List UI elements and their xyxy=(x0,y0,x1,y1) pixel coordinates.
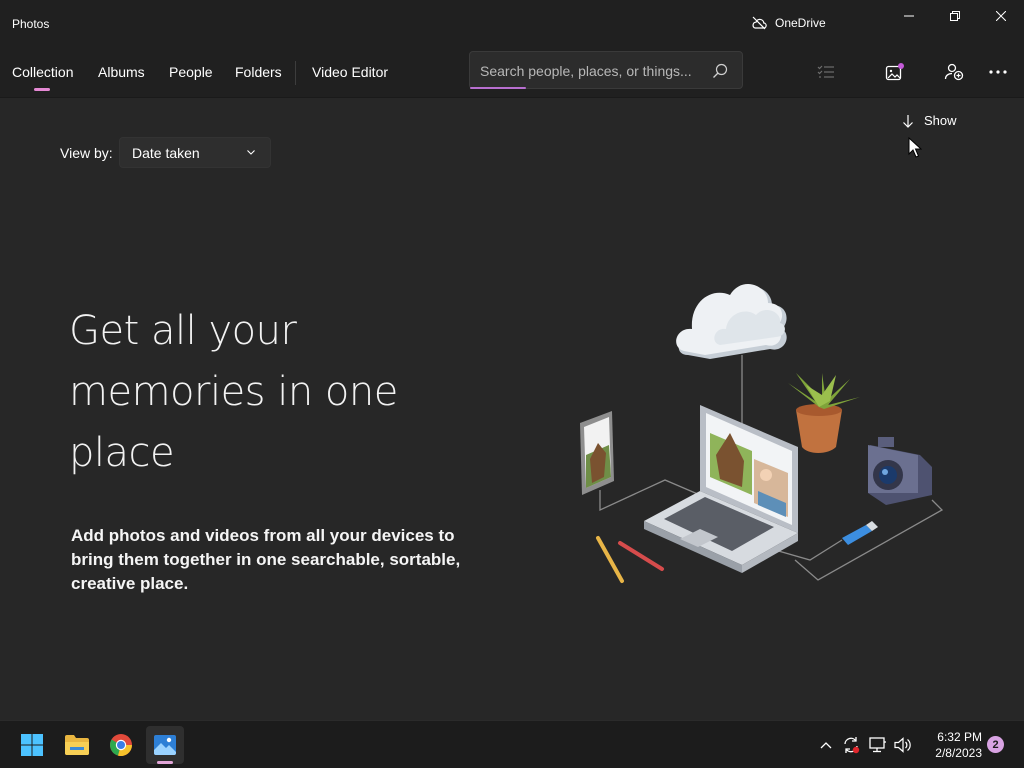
volume-icon xyxy=(894,737,911,753)
network-icon xyxy=(869,737,886,753)
search-input[interactable] xyxy=(480,61,700,81)
laptop-shape xyxy=(644,405,798,573)
pencil-shape xyxy=(596,536,624,583)
minimize-icon xyxy=(904,15,914,17)
cloud-off-icon xyxy=(752,16,767,30)
chevron-down-icon xyxy=(247,150,255,155)
headline-line: Get all your xyxy=(69,308,297,354)
restore-button[interactable] xyxy=(932,0,978,32)
more-options-button[interactable] xyxy=(982,57,1014,87)
sync-button[interactable] xyxy=(840,735,862,755)
tab-folders[interactable]: Folders xyxy=(235,64,282,80)
active-app-indicator xyxy=(157,761,173,764)
headline-line: place xyxy=(69,430,175,476)
notification-badge[interactable]: 2 xyxy=(987,736,1004,753)
view-by-value: Date taken xyxy=(132,145,200,161)
file-explorer-button[interactable] xyxy=(58,726,96,764)
chrome-button[interactable] xyxy=(102,726,140,764)
nav-divider xyxy=(295,61,296,85)
show-label: Show xyxy=(924,113,957,128)
headline-line: memories in one xyxy=(69,369,398,415)
tab-video-editor[interactable]: Video Editor xyxy=(312,64,388,80)
show-hidden-icons-button[interactable] xyxy=(815,735,837,755)
title-bar: Photos OneDrive xyxy=(0,0,1024,48)
chevron-up-icon xyxy=(820,742,832,749)
volume-button[interactable] xyxy=(892,735,914,755)
close-icon xyxy=(996,11,1006,21)
nav-bar: Collection Albums People Folders Video E… xyxy=(0,48,1024,98)
search-icon[interactable] xyxy=(712,63,728,79)
more-options-icon xyxy=(989,70,1007,74)
camera-shape xyxy=(868,437,932,505)
tablet-shape xyxy=(580,411,614,495)
mouse-cursor xyxy=(908,137,922,158)
usb-stick xyxy=(842,521,878,545)
photo-notification-icon xyxy=(885,63,904,81)
clock-time: 6:32 PM xyxy=(937,730,982,744)
select-list-icon xyxy=(817,65,834,78)
view-by-dropdown[interactable]: Date taken xyxy=(119,137,271,168)
tab-collection[interactable]: Collection xyxy=(12,64,73,80)
photos-icon xyxy=(154,735,176,755)
photos-button[interactable] xyxy=(146,726,184,764)
tab-albums[interactable]: Albums xyxy=(98,64,145,80)
pen-shape xyxy=(618,541,664,571)
onedrive-button[interactable]: OneDrive xyxy=(751,16,826,30)
minimize-button[interactable] xyxy=(886,0,932,32)
start-icon xyxy=(21,734,43,756)
page-headline: Get all your memories in one place xyxy=(69,301,469,484)
devices-illustration xyxy=(580,283,944,583)
network-button[interactable] xyxy=(867,735,889,755)
close-button[interactable] xyxy=(978,0,1024,32)
sync-icon xyxy=(844,737,860,754)
file-explorer-icon xyxy=(65,735,89,755)
active-tab-indicator xyxy=(34,88,50,91)
cloud-shape xyxy=(676,283,787,359)
onedrive-label: OneDrive xyxy=(775,16,826,30)
search-box xyxy=(469,51,743,89)
select-button[interactable] xyxy=(810,57,842,87)
clock[interactable]: 6:32 PM 2/8/2023 xyxy=(920,729,982,761)
app-title: Photos xyxy=(12,17,50,31)
add-people-icon xyxy=(944,63,964,81)
photo-notifications-button[interactable] xyxy=(879,57,911,87)
chrome-icon xyxy=(110,734,133,757)
show-button[interactable]: Show xyxy=(902,113,957,128)
taskbar: 6:32 PM 2/8/2023 2 xyxy=(0,720,1024,768)
add-people-button[interactable] xyxy=(938,57,970,87)
clock-date: 2/8/2023 xyxy=(935,746,982,760)
plant-pot xyxy=(788,373,860,453)
start-button[interactable] xyxy=(13,726,51,764)
tab-people[interactable]: People xyxy=(169,64,213,80)
search-focus-accent xyxy=(470,87,526,89)
restore-icon xyxy=(950,11,960,21)
view-by-label: View by: xyxy=(60,145,113,161)
arrow-down-icon xyxy=(903,114,913,128)
page-description: Add photos and videos from all your devi… xyxy=(71,526,461,593)
